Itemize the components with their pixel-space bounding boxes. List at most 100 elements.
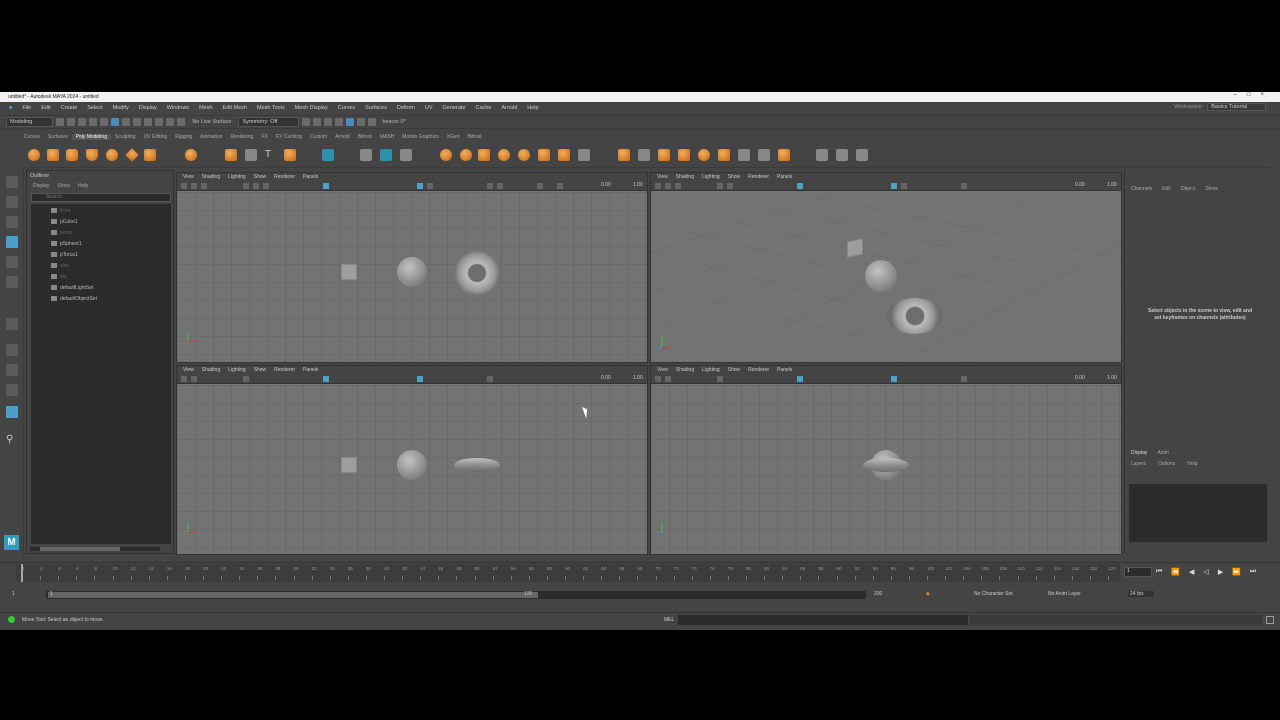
select-component-icon[interactable] [133,118,142,126]
vp-menu-renderer[interactable]: Renderer [274,173,295,181]
vp-menu-show[interactable]: Show [254,173,267,181]
select-tool-icon[interactable] [6,176,18,188]
vp-menu-lighting[interactable]: Lighting [228,366,246,374]
go-to-start-icon[interactable]: ⏮ [1156,568,1162,576]
viewport-persp[interactable]: View Shading Lighting Show Renderer Pane… [650,172,1122,363]
menu-surfaces[interactable]: Surfaces [360,105,392,111]
vp-menu-show[interactable]: Show [728,173,741,181]
insert-edge-loop-icon[interactable] [758,149,770,161]
shelf-tab-surfaces[interactable]: Surfaces [44,134,72,140]
outliner-item-top[interactable]: top [51,274,67,280]
shelf-tab-bifrost[interactable]: Bifrost [354,134,376,140]
collapse-icon[interactable] [738,149,750,161]
camera-attr-icon[interactable] [665,183,671,189]
outliner-scroll-thumb[interactable] [40,547,120,551]
arnold-render-icon[interactable] [345,118,354,126]
menu-display[interactable]: Display [134,105,162,111]
playhead-marker[interactable] [21,564,23,582]
gamma-value[interactable]: 1.00 [1107,182,1117,188]
isolate-icon[interactable] [537,183,543,189]
scale-tool-icon[interactable] [6,276,18,288]
shelf-tab-motion-graphics[interactable]: Motion Graphics [398,134,442,140]
vp-menu-panels[interactable]: Panels [303,173,318,181]
bevel-edge-icon[interactable] [678,149,690,161]
ptorus1-object[interactable] [454,250,500,296]
vp-menu-show[interactable]: Show [254,366,267,374]
symmetry-dropdown[interactable]: Symmetry: Off [238,117,299,127]
smooth-shade-icon[interactable] [891,376,897,382]
extract-icon[interactable] [478,149,490,161]
save-scene-icon[interactable] [78,118,87,126]
vp-menu-shading[interactable]: Shading [676,366,694,374]
outliner-item-psphere1[interactable]: pSphere1 [51,241,82,247]
outliner-menu-show[interactable]: Show [57,183,70,189]
xray-icon[interactable] [557,183,563,189]
vp-menu-renderer[interactable]: Renderer [748,173,769,181]
bookmark-icon[interactable] [675,183,681,189]
resolution-gate-icon[interactable] [263,183,269,189]
outliner-menu-display[interactable]: Display [33,183,49,189]
gamma-value[interactable]: 1.00 [1107,375,1117,381]
grid-icon[interactable] [243,376,249,382]
combine-icon[interactable] [360,149,372,161]
outliner-item-persp[interactable]: persp [51,230,73,236]
layer-menu-options[interactable]: Options [1158,461,1175,467]
menu-edit-mesh[interactable]: Edit Mesh [218,105,252,111]
shelf-tab-bifrost-2[interactable]: Bifrost [464,134,486,140]
mel-label[interactable]: MEL [664,617,674,623]
poly-disc-icon[interactable] [144,149,156,161]
search-icon[interactable]: ⚲ [6,434,18,446]
outliner-search-input[interactable]: Search... [31,193,171,202]
super-shape-icon[interactable] [185,149,197,161]
shelf-tab-curves[interactable]: Curves [20,134,44,140]
vp-menu-lighting[interactable]: Lighting [702,173,720,181]
new-scene-icon[interactable] [56,118,65,126]
menu-deform[interactable]: Deform [392,105,420,111]
viewport-grid[interactable] [177,385,647,554]
move-tool-icon[interactable] [6,236,18,248]
poly-type-icon[interactable] [225,149,237,161]
render-icon[interactable] [301,118,310,126]
smooth-icon[interactable] [400,149,412,161]
viewport-grid[interactable] [651,385,1121,554]
layer-menu-layers[interactable]: Layers [1131,461,1146,467]
render-settings-icon[interactable] [323,118,332,126]
grid-icon[interactable] [243,183,249,189]
camera-attr-icon[interactable] [191,376,197,382]
poly-cone-icon[interactable] [86,149,98,161]
outliner-item-front[interactable]: front [51,208,70,214]
outliner-item-ptorus1[interactable]: pTorus1 [51,252,78,258]
shelf-tab-animation[interactable]: Animation [196,134,226,140]
vp-menu-view[interactable]: View [657,366,668,374]
smooth-shade-icon[interactable] [417,183,423,189]
viewport-top[interactable]: View Shading Lighting Show Renderer Pane… [176,172,648,363]
uv-editor-icon[interactable] [322,149,334,161]
smooth-mesh-icon[interactable] [518,149,530,161]
boolean-difference-icon[interactable] [460,149,472,161]
menu-mesh-display[interactable]: Mesh Display [290,105,333,111]
menu-select[interactable]: Select [82,105,107,111]
poly-cylinder-icon[interactable] [66,149,78,161]
poly-torus-icon[interactable] [106,149,118,161]
shelf-tab-arnold[interactable]: Arnold [331,134,353,140]
maximize-icon[interactable]: □ [1247,92,1261,98]
open-scene-icon[interactable] [67,118,76,126]
menuset-dropdown[interactable]: Modeling [6,117,54,127]
retopologize-icon[interactable] [558,149,570,161]
target-weld-icon[interactable] [816,149,828,161]
svg-tool-icon[interactable] [245,149,257,161]
menu-modify[interactable]: Modify [108,105,134,111]
vp-menu-view[interactable]: View [183,173,194,181]
camera-attr-icon[interactable] [191,183,197,189]
outliner-item-defaultobjectset[interactable]: defaultObjectSet [51,296,97,302]
viewport-front[interactable]: View Shading Lighting Show Renderer Pane… [176,365,648,555]
textured-icon[interactable] [427,183,433,189]
vp-menu-lighting[interactable]: Lighting [702,366,720,374]
camera-icon[interactable] [181,183,187,189]
shelf-tab-rendering[interactable]: Rendering [226,134,257,140]
camera-attr-icon[interactable] [665,376,671,382]
select-object-icon[interactable] [122,118,131,126]
outliner-item-pcube1[interactable]: pCube1 [51,219,78,225]
grid-icon[interactable] [717,376,723,382]
play-forward-icon[interactable]: ▶ [1218,568,1223,576]
